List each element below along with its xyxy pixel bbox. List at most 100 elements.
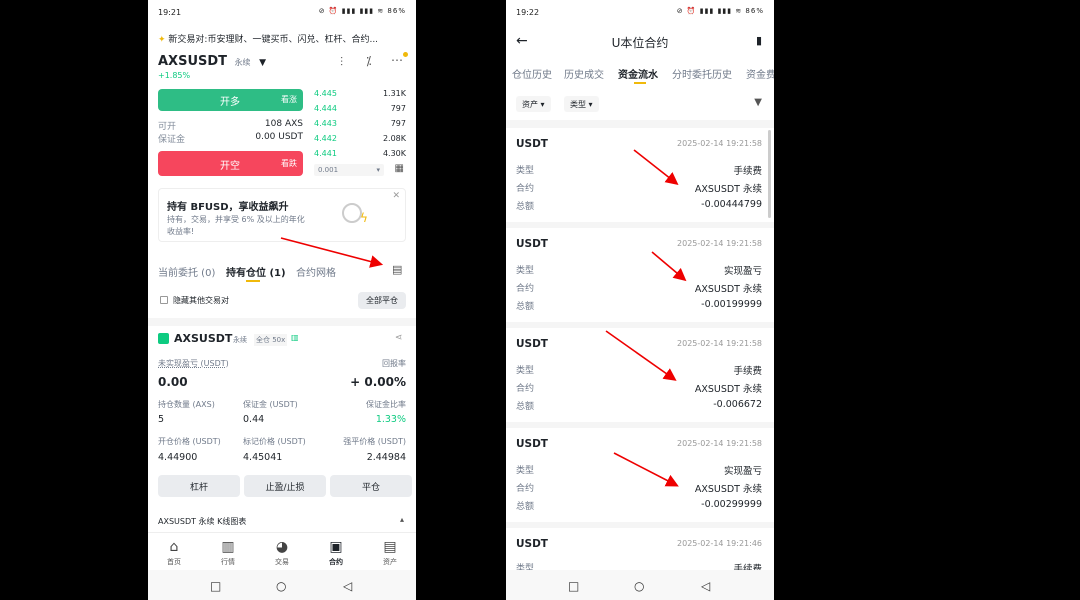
home-circle-icon[interactable]: ○ [634, 579, 644, 593]
close-position-button[interactable]: 平仓 [330, 475, 412, 497]
position-margin-label: 保证金 (USDT) [243, 400, 298, 409]
entry-price-label: 开仓价格 (USDT) [158, 437, 221, 446]
record-amount-label: 总额 [516, 502, 535, 512]
pnl-value: 0.00 [158, 375, 188, 389]
position-symbol[interactable]: AXSUSDT [174, 332, 232, 345]
candlestick-icon[interactable]: ⫶ [340, 55, 343, 70]
right-phone-screen: 19:22 ⊘ ⏰ ▮▮▮ ▮▮▮ ≋ 86% ← U本位合约 ▮ 仓位历史 历… [506, 0, 774, 600]
leverage-button[interactable]: 杠杆 [158, 475, 240, 497]
orderbook-row[interactable]: 4.445 1.31K [314, 89, 406, 104]
type-filter[interactable]: 类型 ▾ [564, 96, 599, 112]
tab-label: 合约 [329, 558, 343, 566]
record-amount: -0.00444799 [701, 199, 762, 210]
record-type-label: 类型 [516, 166, 535, 176]
record-type: 手续费 [733, 366, 762, 377]
record-time: 2025-02-14 19:21:58 [677, 439, 762, 448]
tab-home[interactable]: ⌂ 首页 [149, 539, 199, 567]
close-icon[interactable]: ✕ [392, 191, 400, 201]
back-triangle-icon[interactable]: ◁ [343, 579, 352, 593]
available-label: 可开 [158, 122, 177, 132]
list-item[interactable]: USDT 2025-02-14 19:21:58 类型 手续费 合约 AXSUS… [506, 328, 774, 420]
open-short-button[interactable]: 开空 看跌 [158, 151, 303, 176]
history-icon[interactable]: ▤ [392, 263, 402, 276]
list-item[interactable]: USDT 2025-02-14 19:21:58 类型 实现盈亏 合约 AXSU… [506, 428, 774, 520]
orderbook-qty: 797 [390, 104, 406, 113]
caret-down-icon: ▾ [376, 166, 380, 174]
hide-others-checkbox[interactable] [160, 296, 168, 304]
list-item[interactable]: USDT 2025-02-14 19:21:58 类型 手续费 合约 AXSUS… [506, 128, 774, 220]
record-coin: USDT [516, 138, 548, 150]
margin-ratio-value: 1.33% [375, 414, 406, 425]
tab-assets[interactable]: ▤ 资产 [365, 539, 415, 567]
tab-markets[interactable]: ▥ 行情 [203, 539, 253, 567]
caret-down-icon: ▾ [588, 100, 593, 109]
announcement-text: 新交易对:币安理财、一键买币、闪兑、杠杆、合约... [168, 35, 379, 45]
orderbook-row[interactable]: 4.441 4.30K [314, 149, 406, 164]
status-icons: ⊘ ⏰ ▮▮▮ ▮▮▮ ≋ 86% [676, 7, 764, 15]
tab-label: 资产 [383, 558, 397, 566]
tab-twap-history[interactable]: 分时委托历史 [672, 66, 732, 81]
orderbook-price: 4.444 [314, 104, 337, 113]
announcement-bar[interactable]: ✦ 新交易对:币安理财、一键买币、闪兑、杠杆、合约... [158, 32, 408, 45]
orderbook-price: 4.443 [314, 119, 337, 128]
filter-funnel-icon[interactable]: ▼ [754, 97, 762, 108]
open-long-button[interactable]: 开多 看涨 [158, 89, 303, 111]
tab-positions[interactable]: 持有仓位 (1) [226, 264, 286, 279]
scrollbar[interactable] [768, 130, 771, 218]
active-tab-indicator [634, 82, 646, 84]
available-value: 108 AXS [264, 119, 303, 129]
record-type-label: 类型 [516, 266, 535, 276]
depth-select[interactable]: 0.001 ▾ [314, 164, 384, 176]
record-type-label: 类型 [516, 366, 535, 376]
wallet-icon: ▤ [383, 539, 397, 555]
more-icon[interactable]: ⋯ [391, 53, 403, 67]
asset-filter[interactable]: 资产 ▾ [516, 96, 551, 112]
calculator-icon[interactable]: ⁒ [366, 54, 371, 68]
tab-label: 交易 [275, 558, 289, 566]
depth-select-value: 0.001 [318, 166, 339, 174]
record-time: 2025-02-14 19:21:58 [677, 239, 762, 248]
tpsl-button[interactable]: 止盈/止损 [244, 475, 326, 497]
status-time: 19:21 [158, 8, 182, 17]
tab-fund-flow[interactable]: 资金流水 [618, 66, 658, 81]
chevron-up-icon[interactable]: ▴ [400, 515, 404, 524]
kline-chart-toggle-label[interactable]: AXSUSDT 永续 K线图表 [158, 516, 246, 527]
orderbook-price: 4.442 [314, 134, 337, 143]
home-circle-icon[interactable]: ○ [276, 579, 286, 593]
orderbook-qty: 2.08K [382, 134, 406, 143]
recent-apps-icon[interactable]: □ [210, 579, 221, 593]
record-contract-label: 合约 [516, 184, 535, 194]
orderbook-row[interactable]: 4.442 2.08K [314, 134, 406, 149]
tab-futures[interactable]: ▣ 合约 [311, 539, 361, 567]
export-doc-icon[interactable]: ▮ [756, 34, 762, 47]
tab-grid[interactable]: 合约网格 [296, 264, 336, 279]
record-contract: AXSUSDT 永续 [694, 484, 762, 495]
close-all-button[interactable]: 全部平仓 [358, 292, 406, 309]
record-time: 2025-02-14 19:21:46 [677, 539, 762, 548]
orderbook-row[interactable]: 4.443 797 [314, 119, 406, 134]
section-divider [506, 120, 774, 128]
tab-trade[interactable]: ◕ 交易 [257, 539, 307, 567]
tab-open-orders[interactable]: 当前委托 (0) [158, 264, 215, 279]
back-triangle-icon[interactable]: ◁ [701, 579, 710, 593]
symbol-selector[interactable]: AXSUSDT 永续 ▼ [158, 54, 266, 69]
position-mode: 全仓 50x [254, 334, 288, 346]
lightning-icon: ϟ [360, 211, 368, 225]
recent-apps-icon[interactable]: □ [568, 579, 579, 593]
tab-funding-fee[interactable]: 资金费 [746, 66, 774, 81]
type-filter-label: 类型 [570, 100, 586, 109]
orderbook-row[interactable]: 4.444 797 [314, 104, 406, 119]
orderbook-layout-icon[interactable]: ▦ [395, 163, 404, 174]
bearish-label: 看跌 [281, 159, 297, 168]
orderbook-qty: 797 [390, 119, 406, 128]
orderbook-price: 4.441 [314, 149, 337, 158]
bars-icon: ▥ [291, 333, 299, 342]
list-item[interactable]: USDT 2025-02-14 19:21:58 类型 实现盈亏 合约 AXSU… [506, 228, 774, 320]
open-short-label: 开空 [220, 161, 240, 172]
tab-trade-history[interactable]: 历史成交 [564, 66, 604, 81]
tab-position-history[interactable]: 仓位历史 [512, 66, 552, 81]
record-contract-label: 合约 [516, 284, 535, 294]
record-type: 实现盈亏 [723, 466, 762, 477]
share-icon[interactable]: ⋖ [395, 333, 403, 343]
promo-card[interactable]: 持有 BFUSD，享收益飙升 持有，交易，并享受 6% 及以上的年化 收益率! … [158, 188, 406, 242]
